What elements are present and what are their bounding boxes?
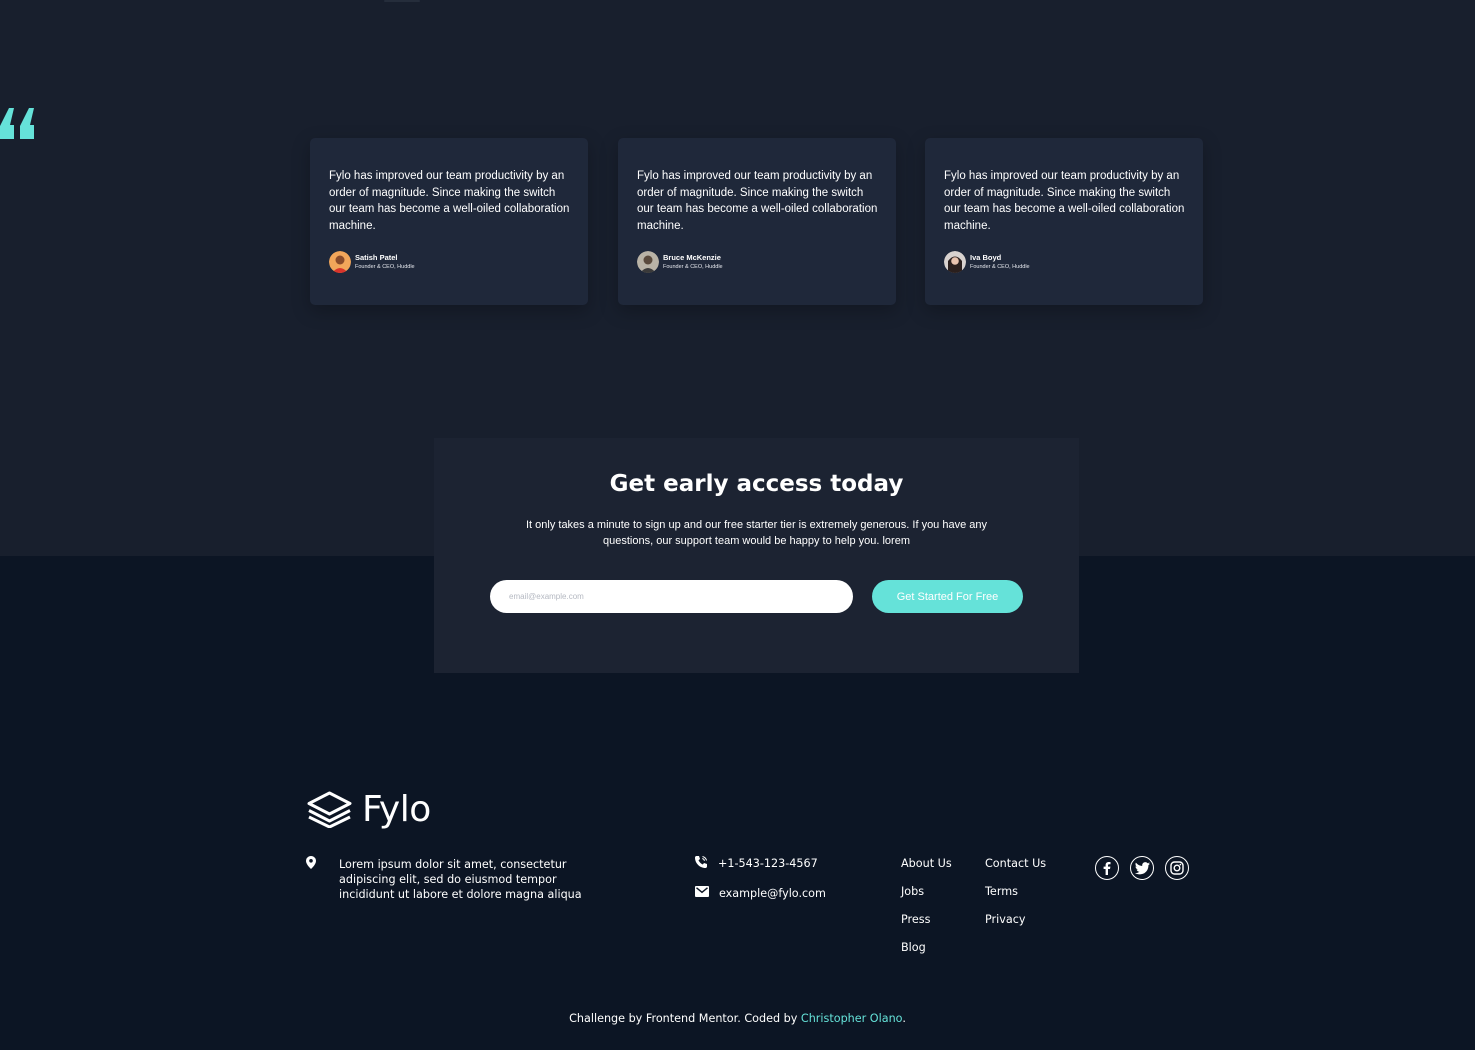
cta-title: Get early access today (609, 471, 904, 497)
testimonial-role: Founder & CEO, Huddle (663, 264, 723, 270)
footer-link-about-us[interactable]: About Us (901, 857, 952, 885)
footer-links-col2: Contact Us Terms Privacy (985, 857, 1046, 941)
testimonial-name: Bruce McKenzie (663, 253, 721, 262)
testimonial-quote: Fylo has improved our team productivity … (944, 170, 1185, 233)
testimonial-quote: Fylo has improved our team productivity … (637, 170, 878, 233)
testimonial-quote: Fylo has improved our team productivity … (329, 170, 570, 233)
phone-number[interactable]: +1-543-123-4567 (718, 857, 818, 870)
avatar (637, 251, 659, 273)
quote-icon (0, 108, 34, 139)
divider (384, 0, 420, 2)
testimonial-card: Fylo has improved our team productivity … (925, 138, 1203, 305)
email-input[interactable] (490, 580, 853, 613)
footer-link-jobs[interactable]: Jobs (901, 885, 952, 913)
address-text: Lorem ipsum dolor sit amet, consectetur … (339, 858, 582, 901)
attribution-suffix: . (902, 1012, 906, 1025)
testimonial-card: Fylo has improved our team productivity … (618, 138, 896, 305)
attribution: Challenge by Frontend Mentor. Coded by C… (0, 1012, 1475, 1025)
phone-icon (695, 856, 707, 868)
footer-links-col1: About Us Jobs Press Blog (901, 857, 952, 969)
testimonial-card: Fylo has improved our team productivity … (310, 138, 588, 305)
testimonial-name: Iva Boyd (970, 253, 1002, 262)
cta-description: It only takes a minute to sign up and ou… (525, 519, 988, 547)
author-link[interactable]: Christopher Olano (801, 1012, 902, 1025)
email-address[interactable]: example@fylo.com (719, 887, 826, 900)
testimonial-name: Satish Patel (355, 253, 398, 262)
mail-icon (695, 886, 709, 897)
footer-link-blog[interactable]: Blog (901, 941, 952, 969)
early-access-panel: Get early access today It only takes a m… (434, 438, 1079, 673)
footer-link-terms[interactable]: Terms (985, 885, 1046, 913)
testimonial-role: Founder & CEO, Huddle (970, 264, 1030, 270)
logo-text: Fylo (362, 788, 431, 830)
fylo-logo[interactable]: Fylo (306, 788, 431, 830)
facebook-icon[interactable] (1095, 856, 1119, 880)
footer-link-press[interactable]: Press (901, 913, 952, 941)
avatar (329, 251, 351, 273)
footer-link-privacy[interactable]: Privacy (985, 913, 1046, 941)
instagram-icon[interactable] (1165, 856, 1189, 880)
testimonial-role: Founder & CEO, Huddle (355, 264, 415, 270)
attribution-prefix: Challenge by Frontend Mentor. Coded by (569, 1012, 801, 1025)
get-started-button[interactable]: Get Started For Free (872, 580, 1023, 613)
avatar (944, 251, 966, 273)
twitter-icon[interactable] (1130, 856, 1154, 880)
footer-link-contact-us[interactable]: Contact Us (985, 857, 1046, 885)
logo-icon (307, 791, 352, 828)
location-pin-icon (306, 856, 316, 869)
